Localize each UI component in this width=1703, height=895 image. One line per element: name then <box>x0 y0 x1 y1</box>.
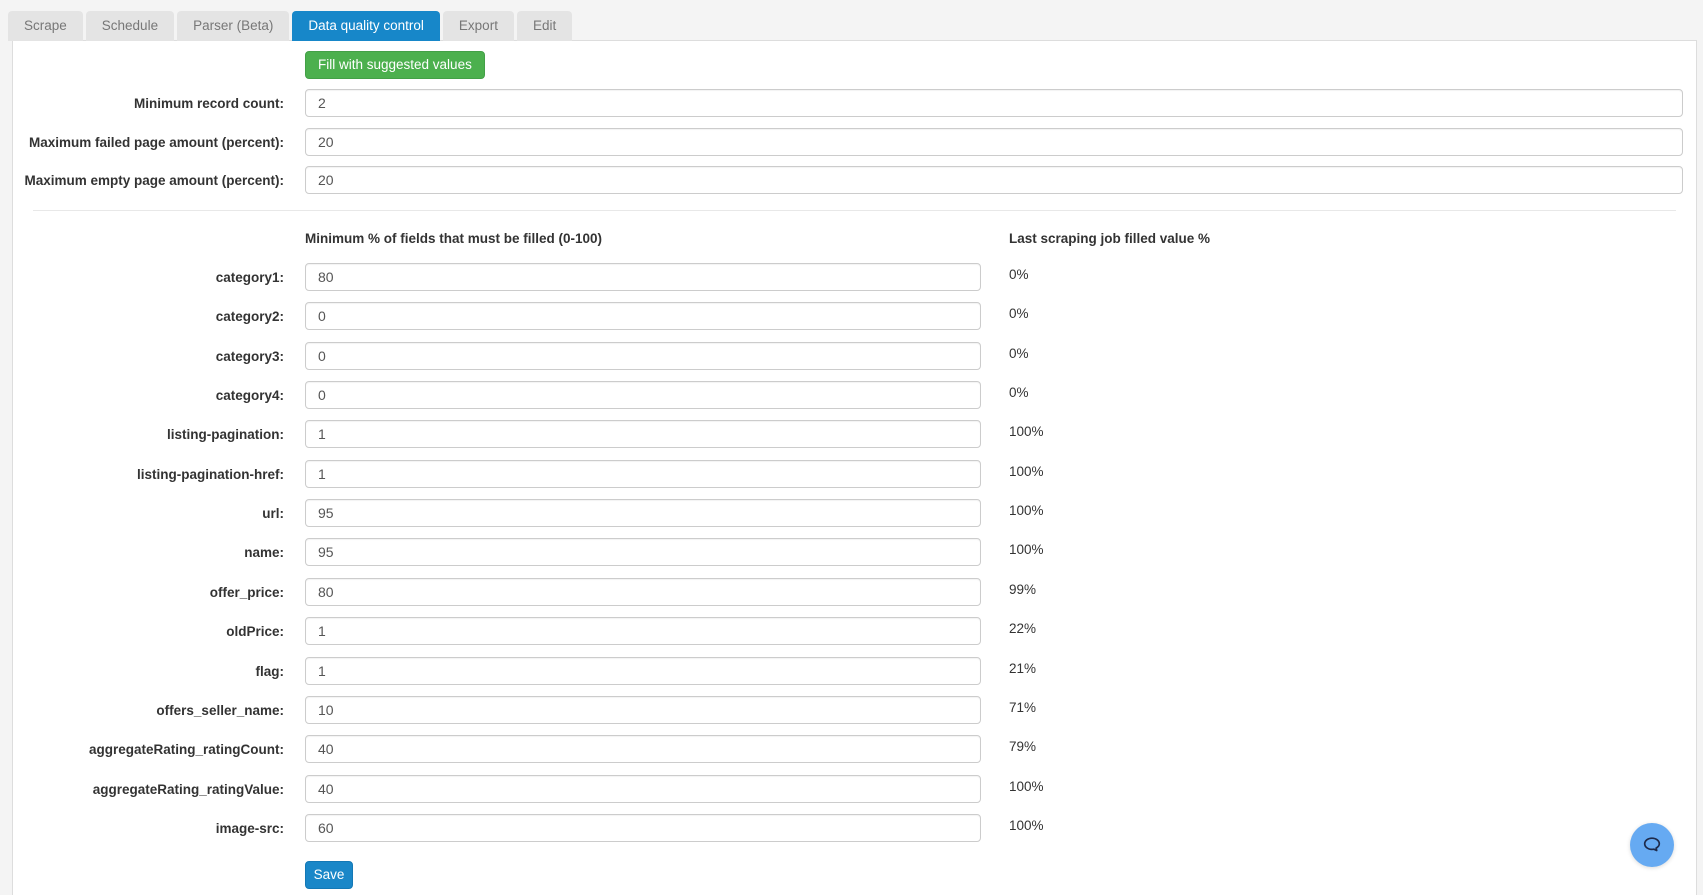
last-filled-value: 22% <box>1009 621 1037 636</box>
field-threshold-row: aggregateRating_ratingValue: 100% <box>13 775 1698 803</box>
field-min-percent-input[interactable] <box>305 538 981 566</box>
general-setting-row: Minimum record count: <box>13 89 1698 117</box>
tab-scrape[interactable]: Scrape <box>8 11 83 41</box>
field-threshold-row: listing-pagination: 100% <box>13 420 1698 448</box>
section-divider <box>33 210 1676 211</box>
last-filled-value: 99% <box>1009 582 1037 597</box>
field-min-percent-input[interactable] <box>305 302 981 330</box>
tab-schedule[interactable]: Schedule <box>85 11 175 41</box>
field-threshold-row: offers_seller_name: 71% <box>13 696 1698 724</box>
field-label: aggregateRating_ratingValue: <box>92 782 284 797</box>
field-min-percent-input[interactable] <box>305 657 981 685</box>
field-label: offer_price: <box>209 585 284 600</box>
field-min-percent-input[interactable] <box>305 617 981 645</box>
field-label: category4: <box>215 388 284 403</box>
general-setting-row: Maximum failed page amount (percent): <box>13 127 1698 156</box>
general-setting-row: Maximum empty page amount (percent): <box>13 166 1698 194</box>
field-threshold-row: image-src: 100% <box>13 814 1698 842</box>
field-label: image-src: <box>215 821 284 836</box>
field-min-percent-input[interactable] <box>305 381 981 409</box>
chat-widget-button[interactable] <box>1630 823 1674 867</box>
last-job-column-header: Last scraping job filled value % <box>1009 231 1211 246</box>
field-min-percent-input[interactable] <box>305 420 981 448</box>
last-filled-value: 100% <box>1009 424 1044 439</box>
field-label: category1: <box>215 270 284 285</box>
setting-label: Minimum record count: <box>133 96 284 111</box>
field-threshold-row: oldPrice: 22% <box>13 617 1698 645</box>
field-min-percent-input[interactable] <box>305 735 981 763</box>
field-threshold-row: flag: 21% <box>13 657 1698 685</box>
last-filled-value: 0% <box>1009 346 1029 361</box>
data-quality-panel: Fill with suggested values Minimum recor… <box>12 40 1697 895</box>
field-label: name: <box>244 545 284 560</box>
field-label: category3: <box>215 349 284 364</box>
save-button[interactable]: Save <box>305 861 353 889</box>
field-threshold-row: aggregateRating_ratingCount: 79% <box>13 735 1698 763</box>
tab-bar: Scrape Schedule Parser (Beta) Data quality … <box>8 11 573 41</box>
last-filled-value: 0% <box>1009 385 1029 400</box>
field-label: aggregateRating_ratingCount: <box>88 742 284 757</box>
tab-edit[interactable]: Edit <box>516 11 573 41</box>
field-label: flag: <box>255 664 285 679</box>
last-filled-value: 0% <box>1009 306 1029 321</box>
last-filled-value: 79% <box>1009 739 1037 754</box>
field-min-percent-input[interactable] <box>305 696 981 724</box>
last-filled-value: 100% <box>1009 464 1044 479</box>
min-percent-column-header: Minimum % of fields that must be filled … <box>305 231 603 246</box>
field-threshold-row: category3: 0% <box>13 342 1698 370</box>
field-threshold-row: category4: 0% <box>13 381 1698 409</box>
field-label: url: <box>262 506 284 521</box>
field-min-percent-input[interactable] <box>305 814 981 842</box>
field-min-percent-input[interactable] <box>305 775 981 803</box>
field-threshold-row: offer_price: 99% <box>13 578 1698 606</box>
field-threshold-row: name: 100% <box>13 538 1698 566</box>
field-label: listing-pagination: <box>167 427 284 442</box>
field-threshold-row: url: 100% <box>13 499 1698 527</box>
field-label: oldPrice: <box>226 624 284 639</box>
field-min-percent-input[interactable] <box>305 578 981 606</box>
field-min-percent-input[interactable] <box>305 342 981 370</box>
field-threshold-row: listing-pagination-href: 100% <box>13 460 1698 488</box>
last-filled-value: 100% <box>1009 779 1044 794</box>
field-min-percent-input[interactable] <box>305 499 981 527</box>
setting-input[interactable] <box>305 89 1683 117</box>
last-filled-value: 100% <box>1009 542 1044 557</box>
tab-parser-beta[interactable]: Parser (Beta) <box>177 11 290 41</box>
tab-export[interactable]: Export <box>442 11 514 41</box>
last-filled-value: 21% <box>1009 661 1037 676</box>
setting-label: Maximum empty page amount (percent): <box>24 173 284 188</box>
fill-with-suggested-values-button[interactable]: Fill with suggested values <box>305 51 485 79</box>
setting-input[interactable] <box>305 127 1683 156</box>
last-filled-value: 100% <box>1009 503 1044 518</box>
tab-data-quality-control[interactable]: Data quality control <box>292 11 440 41</box>
field-min-percent-input[interactable] <box>305 263 981 291</box>
field-threshold-row: category1: 0% <box>13 263 1698 291</box>
last-filled-value: 0% <box>1009 267 1029 282</box>
field-label: listing-pagination-href: <box>137 467 284 482</box>
field-label: offers_seller_name: <box>156 703 284 718</box>
last-filled-value: 100% <box>1009 818 1044 833</box>
setting-label: Maximum failed page amount (percent): <box>28 134 284 150</box>
last-filled-value: 71% <box>1009 700 1037 715</box>
field-threshold-row: category2: 0% <box>13 302 1698 330</box>
setting-input[interactable] <box>305 166 1683 194</box>
chat-bubble-icon <box>1640 833 1664 857</box>
field-label: category2: <box>215 309 284 324</box>
page-root: { "tabs": [ { "id": "scrape", "label": "… <box>0 0 1703 895</box>
field-min-percent-input[interactable] <box>305 460 981 488</box>
